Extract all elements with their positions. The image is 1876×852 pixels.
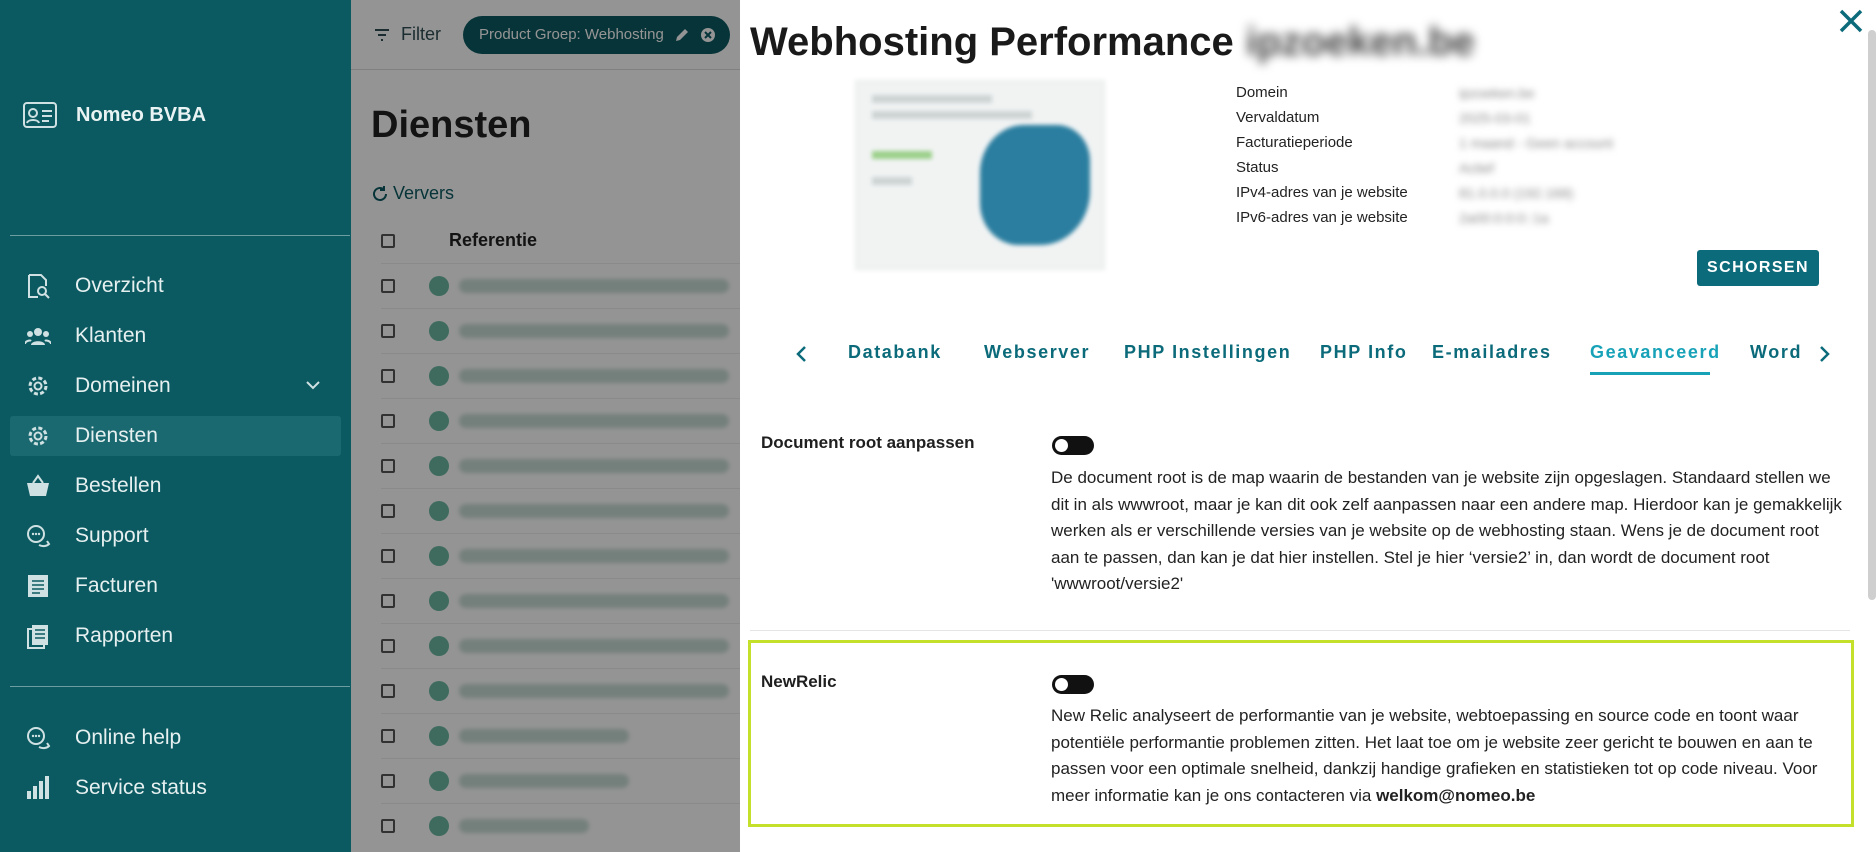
sidebar: Nomeo BVBA Overzicht Klanten Domeinen Di… (0, 0, 351, 852)
bar-chart-icon (24, 774, 52, 802)
setting-description: New Relic analyseert de performantie van… (1051, 703, 1851, 809)
sidebar-item-bestellen[interactable]: Bestellen (10, 466, 341, 506)
contact-email-link[interactable]: welkom@nomeo.be (1376, 786, 1535, 805)
thumb-line (872, 177, 912, 185)
newrelic-toggle[interactable] (1052, 675, 1094, 694)
info-value: Actief (1459, 159, 1495, 176)
thumb-line (872, 95, 992, 103)
sidebar-item-label: Overzicht (75, 274, 164, 297)
panel-title-text: Webhosting Performance (750, 20, 1234, 64)
brand[interactable]: Nomeo BVBA (22, 100, 206, 130)
info-row: IPv4-adres van je website 81.0.0.0 (192.1… (1236, 180, 1816, 205)
panel-title: Webhosting Performance ipzoeken.be (750, 20, 1475, 65)
sidebar-item-online-help[interactable]: Online help (10, 718, 341, 758)
info-key: Facturatieperiode (1236, 134, 1353, 151)
document-root-toggle[interactable] (1052, 436, 1094, 455)
info-key: IPv6-adres van je website (1236, 209, 1408, 226)
section-divider (750, 630, 1850, 631)
service-detail-panel: Webhosting Performance ipzoeken.be Domei… (740, 0, 1876, 852)
info-key: Domein (1236, 84, 1288, 101)
tab-webserver[interactable]: Webserver (984, 342, 1090, 363)
sidebar-item-label: Facturen (75, 574, 158, 597)
chevron-right-icon[interactable] (1812, 342, 1840, 370)
tab-geavanceerd[interactable]: Geavanceerd (1590, 342, 1721, 363)
info-key: IPv4-adres van je website (1236, 184, 1408, 201)
service-info: Domein ipzoeken.be Vervaldatum 2025-03-01 … (1236, 80, 1816, 230)
tab-php-instellingen[interactable]: PHP Instellingen (1124, 342, 1291, 363)
setting-newrelic: NewRelic New Relic analyseert de perform… (750, 665, 1866, 825)
reports-icon (24, 622, 52, 650)
gear-icon (24, 372, 52, 400)
tab-e-mailadres[interactable]: E-mailadres (1432, 342, 1552, 363)
info-value: 1 maand - Geen account (1459, 134, 1614, 151)
settings-gear-icon (24, 422, 52, 450)
info-key: Vervaldatum (1236, 109, 1320, 126)
active-tab-indicator (1590, 372, 1710, 375)
sidebar-divider (10, 235, 350, 236)
tab-bar: Databank Webserver PHP Instellingen PHP … (750, 330, 1840, 380)
website-preview-thumbnail (855, 80, 1105, 270)
info-row: Domein ipzoeken.be (1236, 80, 1816, 105)
sidebar-item-diensten[interactable]: Diensten (10, 416, 341, 456)
sidebar-item-label: Domeinen (75, 374, 171, 397)
invoice-icon (24, 572, 52, 600)
panel-title-domain: ipzoeken.be (1245, 20, 1475, 64)
sidebar-item-label: Diensten (75, 424, 158, 447)
chat-icon (24, 522, 52, 550)
company-name: Nomeo BVBA (76, 103, 207, 126)
setting-label: NewRelic (761, 672, 837, 691)
sidebar-nav-bottom: Online help Service status (10, 718, 341, 818)
sidebar-item-label: Support (75, 524, 149, 547)
info-value: ipzoeken.be (1459, 84, 1535, 101)
sidebar-item-label: Klanten (75, 324, 147, 347)
id-card-icon (22, 100, 58, 130)
basket-icon (24, 472, 52, 500)
thumb-line (872, 151, 932, 159)
sidebar-item-label: Bestellen (75, 474, 162, 497)
sidebar-item-domeinen[interactable]: Domeinen (10, 366, 341, 406)
info-row: Vervaldatum 2025-03-01 (1236, 105, 1816, 130)
sidebar-item-support[interactable]: Support (10, 516, 341, 556)
users-icon (24, 322, 52, 350)
help-chat-icon (24, 724, 52, 752)
setting-description: De document root is de map waarin de bes… (1051, 468, 1842, 593)
suspend-button[interactable]: SCHORSEN (1697, 250, 1819, 286)
chevron-left-icon[interactable] (790, 342, 818, 370)
sidebar-item-label: Service status (75, 776, 207, 799)
sidebar-item-overzicht[interactable]: Overzicht (10, 266, 341, 306)
scrollbar[interactable] (1868, 30, 1876, 600)
info-row: Facturatieperiode 1 maand - Geen account (1236, 130, 1816, 155)
info-row: Status Actief (1236, 155, 1816, 180)
sidebar-item-klanten[interactable]: Klanten (10, 316, 341, 356)
chevron-down-icon[interactable] (303, 375, 323, 401)
search-document-icon (24, 272, 52, 300)
setting-label: Document root aanpassen (761, 433, 975, 452)
tab-word[interactable]: Word (1750, 342, 1802, 363)
close-icon[interactable] (1834, 4, 1868, 38)
info-value: 2025-03-01 (1459, 109, 1531, 126)
tab-php-info[interactable]: PHP Info (1320, 342, 1407, 363)
info-value: 81.0.0.0 (192.168) (1459, 184, 1574, 201)
info-key: Status (1236, 159, 1279, 176)
map-image (980, 125, 1090, 245)
info-value: 2a00:0:0:0::1a (1459, 209, 1549, 226)
sidebar-divider (10, 686, 350, 687)
thumb-line (872, 111, 1032, 119)
tab-databank[interactable]: Databank (848, 342, 942, 363)
sidebar-item-label: Online help (75, 726, 182, 749)
sidebar-item-label: Rapporten (75, 624, 174, 647)
info-row: IPv6-adres van je website 2a00:0:0:0::1a (1236, 205, 1816, 230)
sidebar-item-service-status[interactable]: Service status (10, 768, 341, 808)
setting-document-root: Document root aanpassen De document root… (750, 425, 1866, 625)
sidebar-item-rapporten[interactable]: Rapporten (10, 616, 341, 656)
sidebar-nav: Overzicht Klanten Domeinen Diensten Best… (10, 266, 341, 666)
sidebar-item-facturen[interactable]: Facturen (10, 566, 341, 606)
